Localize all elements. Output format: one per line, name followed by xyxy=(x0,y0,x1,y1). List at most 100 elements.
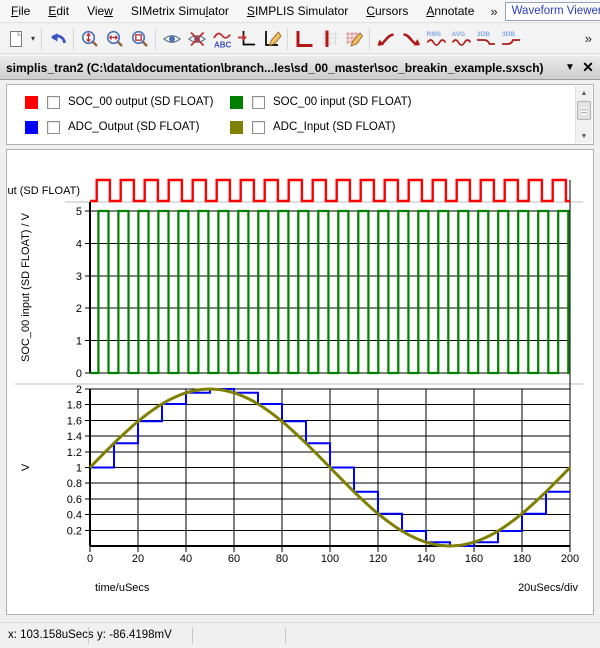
zoom-fit-y-icon xyxy=(80,29,100,49)
svg-text:200: 200 xyxy=(561,553,579,565)
hide-curve-icon xyxy=(187,29,207,49)
undo-icon xyxy=(48,29,68,49)
new-document-button[interactable] xyxy=(3,26,28,52)
legend-label: SOC_00 output (SD FLOAT) xyxy=(68,96,214,108)
add-axis-icon xyxy=(237,29,257,49)
svg-text:RMS: RMS xyxy=(426,31,441,38)
legend-color-swatch xyxy=(25,96,38,109)
zoom-area-button[interactable] xyxy=(127,26,152,52)
svg-text:0.6: 0.6 xyxy=(67,494,82,506)
add-vertical-marker-button[interactable] xyxy=(316,26,341,52)
zoom-fit-y-button[interactable] xyxy=(77,26,102,52)
toolbar-overflow-button[interactable]: » xyxy=(577,31,600,46)
digital-trace-label-clipped: ut (SD FLOAT) xyxy=(7,185,80,197)
zoom-area-icon xyxy=(130,29,150,49)
avg-button[interactable]: AVG xyxy=(448,26,473,52)
svg-text:0: 0 xyxy=(76,368,82,380)
svg-text:140: 140 xyxy=(417,553,435,565)
svg-text:0.2: 0.2 xyxy=(67,525,82,537)
menu-simplis-simulator[interactable]: SIMPLIS Simulator xyxy=(238,1,357,21)
toolbar-separator xyxy=(155,28,156,50)
menu-cursors[interactable]: Cursors xyxy=(357,1,417,21)
add-axis-button[interactable] xyxy=(234,26,259,52)
svg-text:60: 60 xyxy=(228,553,240,565)
curve-arrow-down-button[interactable] xyxy=(398,26,423,52)
edit-grid-button[interactable] xyxy=(341,26,366,52)
rms-button[interactable]: RMS xyxy=(423,26,448,52)
menu-simetrix-simulator[interactable]: SIMetrix Simulator xyxy=(122,1,238,21)
legend-checkbox-2[interactable] xyxy=(47,121,60,134)
waveform-plot[interactable]: 0123450204060801001201401601802000.20.40… xyxy=(7,150,591,612)
show-curve-button[interactable] xyxy=(159,26,184,52)
graph-area[interactable]: 0123450204060801001201401601802000.20.40… xyxy=(6,149,594,615)
legend-panel: SOC_00 output (SD FLOAT)SOC_00 input (SD… xyxy=(6,84,594,145)
svg-text:1.2: 1.2 xyxy=(67,447,82,459)
db3-lowpass-button[interactable]: 3DB xyxy=(473,26,498,52)
svg-text:4: 4 xyxy=(76,238,82,250)
rms-icon: RMS xyxy=(426,29,446,49)
scrollbar-thumb[interactable] xyxy=(577,101,591,120)
db3-highpass-button[interactable]: 3DB xyxy=(498,26,523,52)
curve-label-icon: ABC xyxy=(212,29,232,49)
edit-axes-button[interactable] xyxy=(259,26,284,52)
menu-overflow-button[interactable]: » xyxy=(483,4,504,19)
svg-text:ABC: ABC xyxy=(214,40,232,49)
svg-text:2: 2 xyxy=(76,384,82,396)
legend-grid: SOC_00 output (SD FLOAT)SOC_00 input (SD… xyxy=(25,93,570,136)
zoom-fit-x-button[interactable] xyxy=(102,26,127,52)
undo-button[interactable] xyxy=(45,26,70,52)
svg-text:80: 80 xyxy=(276,553,288,565)
legend-color-swatch xyxy=(230,96,243,109)
edit-grid-icon xyxy=(344,29,364,49)
svg-text:1.8: 1.8 xyxy=(67,400,82,412)
add-graph-button[interactable] xyxy=(291,26,316,52)
legend-item: ADC_Output (SD FLOAT) xyxy=(25,118,230,136)
svg-text:160: 160 xyxy=(465,553,483,565)
curve-soc-00-output[interactable] xyxy=(90,180,570,201)
legend-scrollbar[interactable]: ▲ ▼ xyxy=(575,86,592,143)
svg-text:1: 1 xyxy=(76,463,82,475)
window-menu-button[interactable]: ▼ xyxy=(561,59,579,77)
svg-text:0: 0 xyxy=(87,553,93,565)
svg-text:1: 1 xyxy=(76,336,82,348)
legend-color-swatch xyxy=(25,121,38,134)
x-axis-label: time/uSecs xyxy=(95,582,150,594)
add-graph-icon xyxy=(294,29,314,49)
legend-checkbox-3[interactable] xyxy=(252,121,265,134)
toolbar-separator xyxy=(369,28,370,50)
scrollbar-down-button[interactable]: ▼ xyxy=(576,129,592,143)
svg-text:0.8: 0.8 xyxy=(67,478,82,490)
svg-text:3DB: 3DB xyxy=(477,31,490,38)
document-titlebar[interactable]: simplis_tran2 (C:\data\documentation\bra… xyxy=(0,55,600,80)
curve-label-button[interactable]: ABC xyxy=(209,26,234,52)
hide-curve-button[interactable] xyxy=(184,26,209,52)
status-separator xyxy=(285,627,286,644)
toolbar-separator xyxy=(41,28,42,50)
cursor-y-readout: y: -86.4198mV xyxy=(97,629,172,641)
curve-soc-00-input[interactable] xyxy=(90,211,570,373)
new-document-dropdown-caret[interactable]: ▾ xyxy=(28,34,38,43)
document-title: simplis_tran2 (C:\data\documentation\bra… xyxy=(6,61,561,75)
menu-annotate[interactable]: Annotate xyxy=(417,1,483,21)
edit-axes-icon xyxy=(262,29,282,49)
menu-edit[interactable]: Edit xyxy=(39,1,78,21)
legend-checkbox-1[interactable] xyxy=(252,96,265,109)
curve-arrow-up-button[interactable] xyxy=(373,26,398,52)
toolbar-items: ▾ ABC RMS AVG 3DB 3DB xyxy=(3,26,523,52)
legend-checkbox-0[interactable] xyxy=(47,96,60,109)
legend-color-swatch xyxy=(230,121,243,134)
svg-text:3DB: 3DB xyxy=(502,31,515,38)
svg-text:100: 100 xyxy=(321,553,339,565)
x-scale-label: 20uSecs/div xyxy=(518,582,578,594)
legend-label: ADC_Input (SD FLOAT) xyxy=(273,121,396,133)
legend-item: SOC_00 output (SD FLOAT) xyxy=(25,93,230,111)
scrollbar-track[interactable] xyxy=(576,121,592,129)
viewer-select[interactable]: Waveform Viewer ▼ xyxy=(505,2,600,21)
menu-view[interactable]: View xyxy=(78,1,122,21)
status-separator xyxy=(88,627,89,644)
scrollbar-up-button[interactable]: ▲ xyxy=(576,86,592,100)
close-button[interactable]: ✕ xyxy=(579,59,597,77)
legend-label: ADC_Output (SD FLOAT) xyxy=(68,121,199,133)
viewer-select-value: Waveform Viewer xyxy=(506,3,600,20)
menu-file[interactable]: File xyxy=(2,1,39,21)
